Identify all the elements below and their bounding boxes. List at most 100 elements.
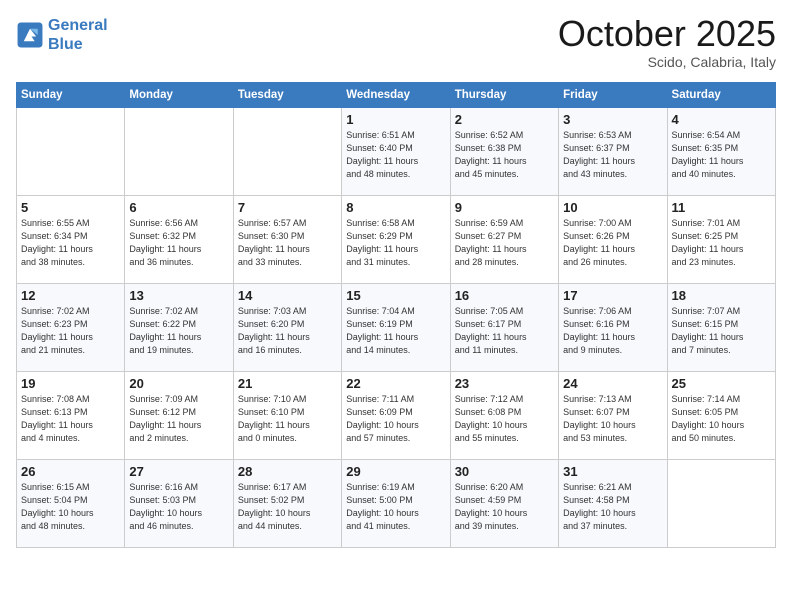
location-subtitle: Scido, Calabria, Italy bbox=[558, 54, 776, 70]
calendar-table: SundayMondayTuesdayWednesdayThursdayFrid… bbox=[16, 82, 776, 548]
day-info: Sunrise: 7:04 AM Sunset: 6:19 PM Dayligh… bbox=[346, 305, 445, 357]
day-info: Sunrise: 6:16 AM Sunset: 5:03 PM Dayligh… bbox=[129, 481, 228, 533]
day-number: 16 bbox=[455, 288, 554, 303]
day-info: Sunrise: 6:15 AM Sunset: 5:04 PM Dayligh… bbox=[21, 481, 120, 533]
weekday-label: Sunday bbox=[17, 83, 125, 108]
day-info: Sunrise: 7:02 AM Sunset: 6:23 PM Dayligh… bbox=[21, 305, 120, 357]
day-number: 4 bbox=[672, 112, 771, 127]
day-info: Sunrise: 7:13 AM Sunset: 6:07 PM Dayligh… bbox=[563, 393, 662, 445]
day-number: 9 bbox=[455, 200, 554, 215]
day-info: Sunrise: 7:06 AM Sunset: 6:16 PM Dayligh… bbox=[563, 305, 662, 357]
calendar-week-row: 5Sunrise: 6:55 AM Sunset: 6:34 PM Daylig… bbox=[17, 196, 776, 284]
weekday-label: Monday bbox=[125, 83, 233, 108]
calendar-week-row: 19Sunrise: 7:08 AM Sunset: 6:13 PM Dayli… bbox=[17, 372, 776, 460]
calendar-cell: 14Sunrise: 7:03 AM Sunset: 6:20 PM Dayli… bbox=[233, 284, 341, 372]
day-number: 3 bbox=[563, 112, 662, 127]
calendar-cell: 1Sunrise: 6:51 AM Sunset: 6:40 PM Daylig… bbox=[342, 108, 450, 196]
day-number: 23 bbox=[455, 376, 554, 391]
calendar-cell: 28 Sunrise: 6:17 AM Sunset: 5:02 PM Dayli… bbox=[233, 460, 341, 548]
calendar-cell: 15 Sunrise: 7:04 AM Sunset: 6:19 PM Dayli… bbox=[342, 284, 450, 372]
calendar-cell: 6 Sunrise: 6:56 AM Sunset: 6:32 PM Daylig… bbox=[125, 196, 233, 284]
title-block: October 2025 Scido, Calabria, Italy bbox=[558, 16, 776, 70]
calendar-cell: 20 Sunrise: 7:09 AM Sunset: 6:12 PM Dayli… bbox=[125, 372, 233, 460]
day-number: 12 bbox=[21, 288, 120, 303]
calendar-cell: 21Sunrise: 7:10 AM Sunset: 6:10 PM Dayli… bbox=[233, 372, 341, 460]
day-info: Sunrise: 7:11 AM Sunset: 6:09 PM Dayligh… bbox=[346, 393, 445, 445]
calendar-cell: 23 Sunrise: 7:12 AM Sunset: 6:08 PM Dayli… bbox=[450, 372, 558, 460]
day-number: 10 bbox=[563, 200, 662, 215]
weekday-label: Tuesday bbox=[233, 83, 341, 108]
day-number: 28 bbox=[238, 464, 337, 479]
page-header: General Blue October 2025 Scido, Calabri… bbox=[16, 16, 776, 70]
day-info: Sunrise: 7:03 AM Sunset: 6:20 PM Dayligh… bbox=[238, 305, 337, 357]
calendar-cell: 19Sunrise: 7:08 AM Sunset: 6:13 PM Dayli… bbox=[17, 372, 125, 460]
day-info: Sunrise: 6:59 AM Sunset: 6:27 PM Dayligh… bbox=[455, 217, 554, 269]
day-number: 11 bbox=[672, 200, 771, 215]
day-info: Sunrise: 7:05 AM Sunset: 6:17 PM Dayligh… bbox=[455, 305, 554, 357]
calendar-cell: 27 Sunrise: 6:16 AM Sunset: 5:03 PM Dayli… bbox=[125, 460, 233, 548]
day-number: 13 bbox=[129, 288, 228, 303]
day-info: Sunrise: 7:10 AM Sunset: 6:10 PM Dayligh… bbox=[238, 393, 337, 445]
day-info: Sunrise: 6:20 AM Sunset: 4:59 PM Dayligh… bbox=[455, 481, 554, 533]
weekday-label: Friday bbox=[559, 83, 667, 108]
calendar-cell bbox=[667, 460, 775, 548]
day-info: Sunrise: 6:58 AM Sunset: 6:29 PM Dayligh… bbox=[346, 217, 445, 269]
day-number: 19 bbox=[21, 376, 120, 391]
month-title: October 2025 bbox=[558, 16, 776, 52]
calendar-cell: 2Sunrise: 6:52 AM Sunset: 6:38 PM Daylig… bbox=[450, 108, 558, 196]
day-number: 18 bbox=[672, 288, 771, 303]
calendar-cell: 29Sunrise: 6:19 AM Sunset: 5:00 PM Dayli… bbox=[342, 460, 450, 548]
calendar-cell: 31 Sunrise: 6:21 AM Sunset: 4:58 PM Dayli… bbox=[559, 460, 667, 548]
day-number: 8 bbox=[346, 200, 445, 215]
calendar-cell: 12 Sunrise: 7:02 AM Sunset: 6:23 PM Dayli… bbox=[17, 284, 125, 372]
logo-blue: Blue bbox=[48, 36, 83, 53]
logo: General Blue bbox=[16, 16, 108, 54]
calendar-cell: 13 Sunrise: 7:02 AM Sunset: 6:22 PM Dayli… bbox=[125, 284, 233, 372]
calendar-cell: 22 Sunrise: 7:11 AM Sunset: 6:09 PM Dayli… bbox=[342, 372, 450, 460]
calendar-cell: 18 Sunrise: 7:07 AM Sunset: 6:15 PM Dayli… bbox=[667, 284, 775, 372]
calendar-cell bbox=[17, 108, 125, 196]
calendar-body: 1Sunrise: 6:51 AM Sunset: 6:40 PM Daylig… bbox=[17, 108, 776, 548]
day-number: 6 bbox=[129, 200, 228, 215]
day-info: Sunrise: 7:02 AM Sunset: 6:22 PM Dayligh… bbox=[129, 305, 228, 357]
day-number: 20 bbox=[129, 376, 228, 391]
day-info: Sunrise: 7:00 AM Sunset: 6:26 PM Dayligh… bbox=[563, 217, 662, 269]
day-info: Sunrise: 6:17 AM Sunset: 5:02 PM Dayligh… bbox=[238, 481, 337, 533]
day-number: 30 bbox=[455, 464, 554, 479]
calendar-cell: 26 Sunrise: 6:15 AM Sunset: 5:04 PM Dayli… bbox=[17, 460, 125, 548]
day-info: Sunrise: 6:55 AM Sunset: 6:34 PM Dayligh… bbox=[21, 217, 120, 269]
day-info: Sunrise: 7:09 AM Sunset: 6:12 PM Dayligh… bbox=[129, 393, 228, 445]
calendar-week-row: 12 Sunrise: 7:02 AM Sunset: 6:23 PM Dayli… bbox=[17, 284, 776, 372]
day-number: 26 bbox=[21, 464, 120, 479]
day-info: Sunrise: 7:12 AM Sunset: 6:08 PM Dayligh… bbox=[455, 393, 554, 445]
day-info: Sunrise: 7:01 AM Sunset: 6:25 PM Dayligh… bbox=[672, 217, 771, 269]
day-number: 22 bbox=[346, 376, 445, 391]
calendar-cell: 25Sunrise: 7:14 AM Sunset: 6:05 PM Dayli… bbox=[667, 372, 775, 460]
calendar-cell: 17Sunrise: 7:06 AM Sunset: 6:16 PM Dayli… bbox=[559, 284, 667, 372]
calendar-cell: 5Sunrise: 6:55 AM Sunset: 6:34 PM Daylig… bbox=[17, 196, 125, 284]
day-number: 2 bbox=[455, 112, 554, 127]
day-number: 25 bbox=[672, 376, 771, 391]
day-number: 27 bbox=[129, 464, 228, 479]
calendar-cell: 4 Sunrise: 6:54 AM Sunset: 6:35 PM Daylig… bbox=[667, 108, 775, 196]
calendar-week-row: 1Sunrise: 6:51 AM Sunset: 6:40 PM Daylig… bbox=[17, 108, 776, 196]
calendar-week-row: 26 Sunrise: 6:15 AM Sunset: 5:04 PM Dayli… bbox=[17, 460, 776, 548]
day-info: Sunrise: 6:54 AM Sunset: 6:35 PM Dayligh… bbox=[672, 129, 771, 181]
weekday-header-row: SundayMondayTuesdayWednesdayThursdayFrid… bbox=[17, 83, 776, 108]
day-info: Sunrise: 6:19 AM Sunset: 5:00 PM Dayligh… bbox=[346, 481, 445, 533]
day-number: 31 bbox=[563, 464, 662, 479]
day-info: Sunrise: 7:07 AM Sunset: 6:15 PM Dayligh… bbox=[672, 305, 771, 357]
calendar-cell: 3Sunrise: 6:53 AM Sunset: 6:37 PM Daylig… bbox=[559, 108, 667, 196]
calendar-cell: 10 Sunrise: 7:00 AM Sunset: 6:26 PM Dayli… bbox=[559, 196, 667, 284]
weekday-label: Saturday bbox=[667, 83, 775, 108]
weekday-label: Wednesday bbox=[342, 83, 450, 108]
calendar-cell: 9 Sunrise: 6:59 AM Sunset: 6:27 PM Daylig… bbox=[450, 196, 558, 284]
day-info: Sunrise: 6:21 AM Sunset: 4:58 PM Dayligh… bbox=[563, 481, 662, 533]
logo-general: General bbox=[48, 17, 108, 34]
day-number: 24 bbox=[563, 376, 662, 391]
day-number: 15 bbox=[346, 288, 445, 303]
day-number: 1 bbox=[346, 112, 445, 127]
day-info: Sunrise: 6:56 AM Sunset: 6:32 PM Dayligh… bbox=[129, 217, 228, 269]
calendar-cell: 24 Sunrise: 7:13 AM Sunset: 6:07 PM Dayli… bbox=[559, 372, 667, 460]
calendar-cell bbox=[233, 108, 341, 196]
